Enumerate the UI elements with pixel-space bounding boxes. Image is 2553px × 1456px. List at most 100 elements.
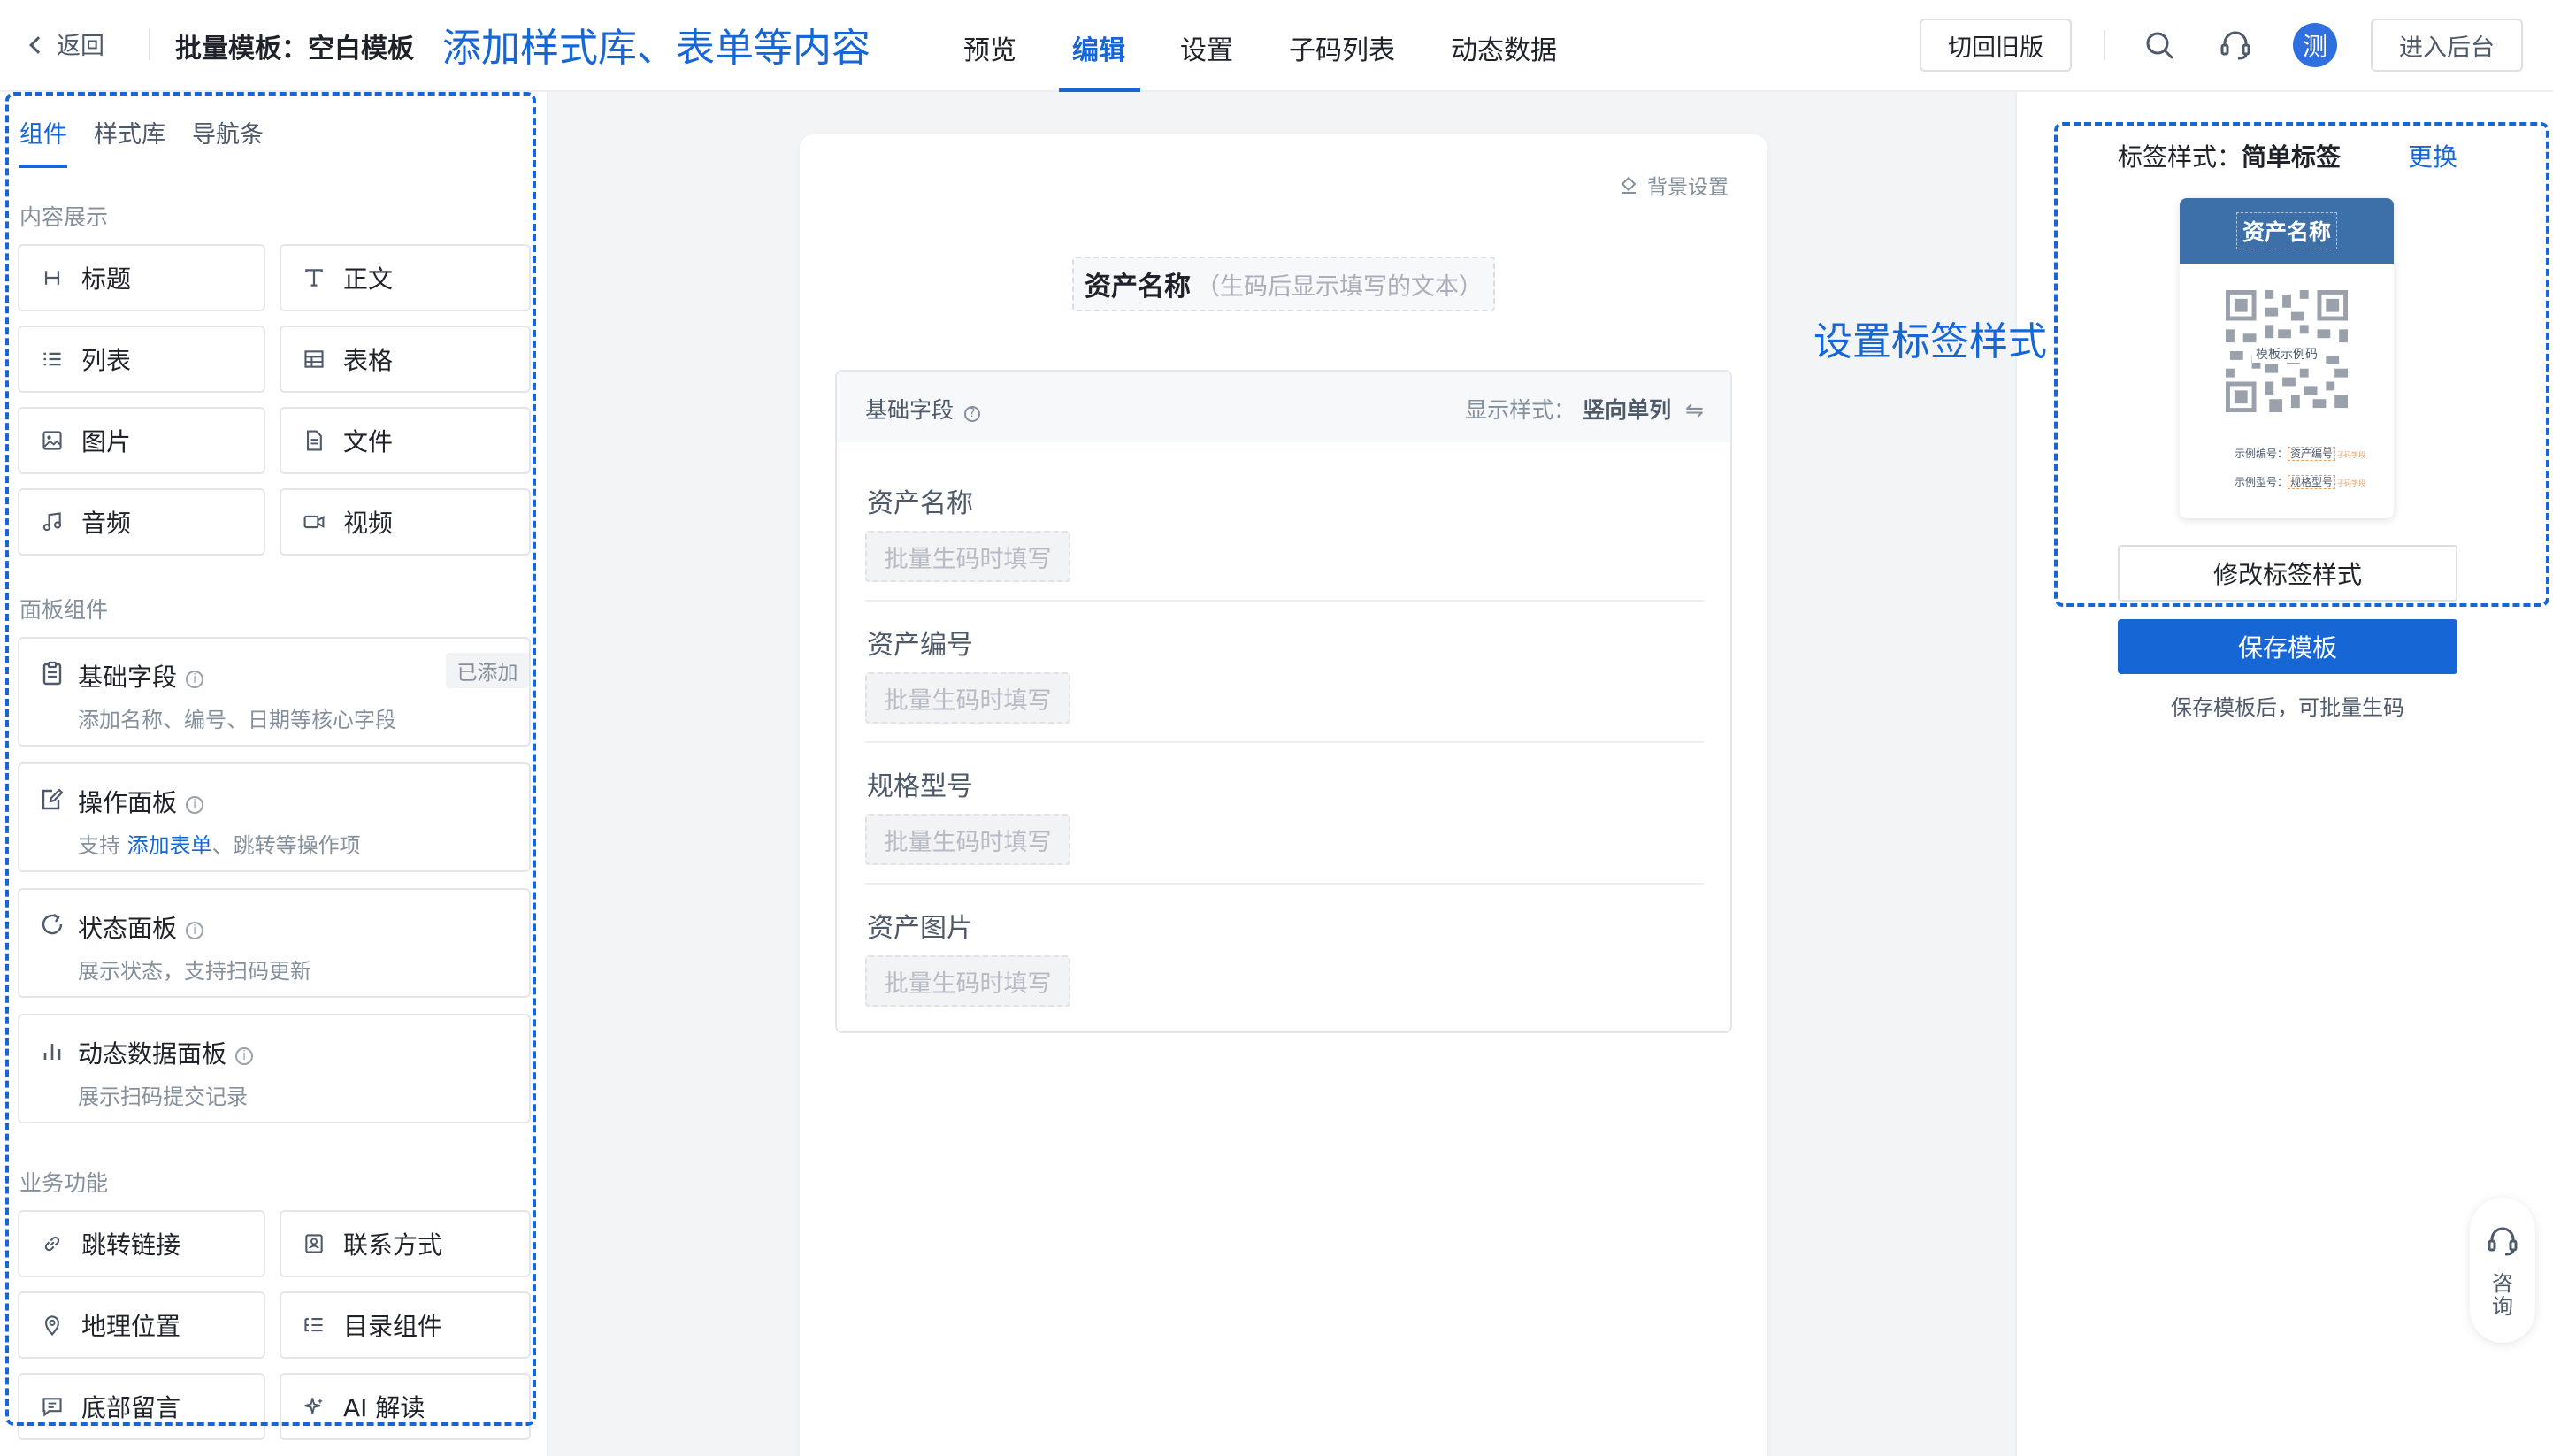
- change-label-style-link[interactable]: 更换: [2408, 138, 2457, 173]
- added-badge: 已添加: [446, 653, 529, 688]
- info-icon[interactable]: i: [186, 671, 204, 688]
- label-row: 示例编号： 资产编号 子码字段: [2235, 446, 2365, 461]
- left-tabs: 组件 样式库 导航条: [19, 115, 264, 149]
- component-image[interactable]: 图片: [18, 407, 265, 474]
- modify-label-style-button[interactable]: 修改标签样式: [2118, 545, 2457, 602]
- back-button[interactable]: 返回: [29, 27, 104, 61]
- component-location[interactable]: 地理位置: [18, 1291, 265, 1359]
- component-file[interactable]: 文件: [280, 407, 531, 474]
- text-icon: [301, 264, 327, 291]
- link-icon: [39, 1230, 65, 1257]
- qr-text-label: 模板示例码: [2252, 347, 2321, 363]
- component-label: AI 解读: [343, 1393, 426, 1422]
- component-label: 标题: [81, 264, 132, 294]
- divider: [2104, 30, 2105, 60]
- component-panel: 组件 样式库 导航条 内容展示 标题 正文 列表 表格 图片 文件 音频 视频 …: [0, 92, 548, 1456]
- image-icon: [39, 427, 65, 454]
- display-style-toggle[interactable]: 显示样式： 竖向单列 ⇋: [1465, 393, 1704, 425]
- label-row-tag: 子码字段: [2337, 479, 2366, 487]
- display-style-value: 竖向单列: [1583, 397, 1672, 423]
- component-list[interactable]: 列表: [18, 326, 265, 393]
- divider: [149, 28, 150, 60]
- top-bar: 返回 批量模板：空白模板 预览 编辑 设置 子码列表 动态数据 切回旧版 测 进…: [0, 0, 2553, 92]
- help-icon[interactable]: ?: [963, 406, 980, 422]
- component-video[interactable]: 视频: [280, 488, 531, 556]
- label-style-title: 标签样式：简单标签: [2118, 138, 2341, 173]
- section-label-panels: 面板组件: [19, 597, 109, 623]
- field-label: 规格型号: [867, 771, 973, 802]
- save-hint: 保存模板后，可批量生码: [2171, 695, 2404, 720]
- swap-icon: ⇋: [1685, 397, 1704, 423]
- field-label: 资产名称: [867, 488, 973, 519]
- enter-admin-button[interactable]: 进入后台: [2371, 19, 2523, 72]
- tab-edit[interactable]: 编辑: [1072, 28, 1125, 67]
- field-placeholder: 批量生码时填写: [865, 672, 1070, 724]
- tab-style-library[interactable]: 样式库: [94, 115, 165, 149]
- video-icon: [301, 509, 327, 535]
- basic-fields-panel[interactable]: 基础字段 ? 显示样式： 竖向单列 ⇋ 资产名称 批量生码时填写 资产编号 批量…: [835, 370, 1732, 1033]
- panel-operation[interactable]: 操作面板 i 支持 添加表单、跳转等操作项: [18, 762, 531, 872]
- component-text[interactable]: 正文: [280, 244, 531, 311]
- tab-navbar[interactable]: 导航条: [192, 115, 264, 149]
- asset-title-element[interactable]: 资产名称 （生码后显示填写的文本）: [1072, 257, 1495, 311]
- component-bottom-message[interactable]: 底部留言: [18, 1373, 265, 1440]
- avatar[interactable]: 测: [2293, 23, 2337, 67]
- add-form-link[interactable]: 添加表单: [127, 833, 212, 858]
- tab-preview[interactable]: 预览: [963, 28, 1016, 67]
- tab-dynamic-data[interactable]: 动态数据: [1451, 28, 1557, 67]
- info-icon[interactable]: i: [186, 922, 204, 939]
- component-label: 文件: [343, 427, 394, 456]
- label-row: 示例型号： 规格型号 子码字段: [2235, 474, 2365, 489]
- component-audio[interactable]: 音频: [18, 488, 265, 556]
- background-setting-button[interactable]: 背景设置: [1619, 170, 1729, 200]
- divider: [865, 741, 1704, 743]
- asset-title-hint: （生码后显示填写的文本）: [1196, 272, 1483, 301]
- field-label: 资产编号: [867, 630, 973, 661]
- component-label: 视频: [343, 509, 394, 538]
- template-title: 批量模板：空白模板: [175, 34, 414, 65]
- headset-icon: [2488, 1227, 2518, 1256]
- display-style-label: 显示样式：: [1465, 397, 1576, 423]
- qr-text: 模板示例码: [2180, 345, 2394, 363]
- component-catalog[interactable]: 目录组件: [280, 1291, 531, 1359]
- component-heading[interactable]: 标题: [18, 244, 265, 311]
- location-icon: [39, 1312, 65, 1338]
- switch-old-version-button[interactable]: 切回旧版: [1920, 19, 2072, 72]
- search-icon[interactable]: [2144, 30, 2174, 60]
- tab-subcode-list[interactable]: 子码列表: [1289, 28, 1395, 67]
- divider: [865, 600, 1704, 602]
- info-icon[interactable]: i: [235, 1047, 254, 1065]
- bar-chart-icon: [43, 1044, 61, 1060]
- field-placeholder: 批量生码时填写: [865, 531, 1070, 582]
- panel-status[interactable]: 状态面板 i 展示状态，支持扫码更新: [18, 888, 531, 998]
- component-label: 底部留言: [81, 1393, 181, 1422]
- save-template-button[interactable]: 保存模板: [2118, 619, 2457, 674]
- consult-button[interactable]: 咨询: [2470, 1198, 2535, 1343]
- panel-title: 动态数据面板: [78, 1039, 227, 1069]
- sparkle-icon: [301, 1393, 327, 1420]
- label-row-value: 规格型号: [2288, 475, 2336, 489]
- component-jump-link[interactable]: 跳转链接: [18, 1210, 265, 1277]
- component-label: 地理位置: [81, 1312, 181, 1341]
- component-contact[interactable]: 联系方式: [280, 1210, 531, 1277]
- message-icon: [39, 1393, 65, 1420]
- field-placeholder: 批量生码时填写: [865, 814, 1070, 865]
- panel-basic-fields[interactable]: 基础字段 i 添加名称、编号、日期等核心字段 已添加: [18, 637, 531, 747]
- component-label: 表格: [343, 346, 394, 375]
- asset-title-text: 资产名称: [1085, 272, 1191, 303]
- headset-icon[interactable]: [2219, 28, 2252, 62]
- info-icon[interactable]: i: [186, 796, 204, 814]
- panel-dynamic-data[interactable]: 动态数据面板 i 展示扫码提交记录: [18, 1014, 531, 1123]
- panel-desc: 展示状态，支持扫码更新: [78, 959, 311, 984]
- component-table[interactable]: 表格: [280, 326, 531, 393]
- consult-label: 咨询: [2492, 1271, 2513, 1319]
- active-tab-indicator: [19, 165, 67, 168]
- label-row-label: 示例型号：: [2235, 476, 2288, 488]
- tab-components[interactable]: 组件: [19, 115, 67, 149]
- label-row-value: 资产编号: [2288, 447, 2336, 461]
- tab-settings[interactable]: 设置: [1180, 28, 1233, 67]
- panel-header-title: 基础字段: [865, 397, 954, 423]
- component-ai-interpret[interactable]: AI 解读: [280, 1373, 531, 1440]
- label-preview: 资产名称 模板示例码 示例编号： 资产编号 子码字段 示例型号： 规格型号 子码字段: [2180, 198, 2394, 518]
- chevron-left-icon: [29, 35, 47, 54]
